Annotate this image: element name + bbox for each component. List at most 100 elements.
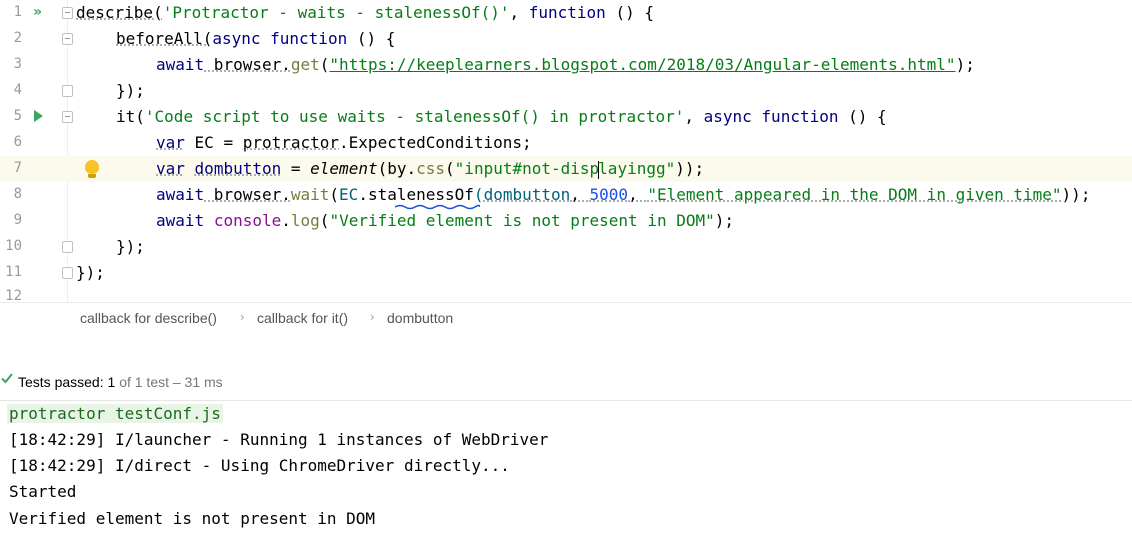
line-number: 10 [5, 238, 22, 254]
code-token: )); [1061, 185, 1091, 204]
code-token: .ExpectedConditions; [339, 133, 532, 152]
code-token: ( [445, 159, 455, 178]
line-number: 12 [5, 288, 22, 302]
code-token: )); [675, 159, 705, 178]
code-token: await [156, 211, 205, 230]
code-token: ( [319, 55, 330, 74]
line-number: 7 [13, 160, 22, 176]
console-line: [18:42:29] I/launcher - Running 1 instan… [9, 430, 549, 449]
code-token: async [212, 29, 261, 48]
code-token: = [281, 159, 311, 178]
breadcrumb-item-describe[interactable]: callback for describe() [80, 310, 217, 326]
code-token: dombutton [194, 159, 282, 178]
code-token: EC [339, 185, 359, 204]
code-token: ); [955, 55, 975, 74]
code-line-9[interactable]: 9 await console.log("Verified element is… [0, 208, 1132, 234]
code-line-10[interactable]: 10 }); [0, 234, 1132, 260]
fold-icon[interactable] [62, 33, 73, 45]
code-token: }); [76, 263, 105, 282]
code-editor[interactable]: 1 » describe('Protractor - waits - stale… [0, 0, 1132, 302]
code-token: , [509, 3, 529, 22]
code-line-11[interactable]: 11 }); [0, 260, 1132, 286]
check-icon [1, 373, 13, 384]
code-token: dombutton [483, 185, 571, 204]
fold-icon[interactable] [62, 7, 73, 19]
code-token: ); [714, 211, 735, 230]
code-token: console [213, 211, 282, 230]
tests-passed-count: 1 [107, 374, 116, 390]
line-number: 8 [13, 186, 22, 202]
code-token: EC = [184, 133, 243, 152]
code-token: var [156, 159, 185, 178]
line-number: 9 [13, 212, 22, 228]
code-token: protractor [242, 133, 340, 152]
console-line: Verified element is not present in DOM [9, 509, 376, 528]
tests-passed-detail: of 1 test – 31 ms [119, 374, 223, 390]
code-line-5[interactable]: 5 it('Code script to use waits - stalene… [0, 104, 1132, 130]
code-token: (by. [377, 159, 417, 178]
code-token: ( [473, 185, 484, 204]
test-status-text: Tests passed: 1 of 1 test – 31 ms [18, 374, 223, 390]
code-token: get [290, 55, 320, 74]
breadcrumb-item-it[interactable]: callback for it() [257, 310, 348, 326]
run-icon[interactable] [34, 110, 43, 122]
code-token: , [628, 185, 648, 204]
code-token: stalenessOf [367, 185, 474, 204]
code-token: , [570, 185, 590, 204]
code-token: layingg" [598, 159, 676, 178]
code-token: "input#not-disp [454, 159, 600, 178]
console-output[interactable]: protractor testConf.js [18:42:29] I/laun… [0, 401, 1132, 538]
line-number: 4 [13, 82, 22, 98]
fold-icon[interactable] [62, 111, 73, 123]
console-line: Started [9, 482, 77, 501]
line-number: 11 [5, 264, 22, 280]
intention-bulb-icon[interactable] [85, 160, 99, 178]
code-line-3[interactable]: 3 await browser.get("https://keeplearner… [0, 52, 1132, 78]
breadcrumb-separator: › [240, 310, 245, 324]
code-token: function [528, 3, 606, 22]
code-token: }); [116, 81, 145, 100]
code-token: var [156, 133, 185, 152]
line-number: 2 [13, 30, 22, 46]
fold-end-icon[interactable] [62, 267, 73, 279]
code-token: }); [116, 237, 145, 256]
code-token: await [156, 55, 205, 74]
url-link[interactable]: "https://keeplearners.blogspot.com/2018/… [329, 55, 955, 74]
code-token: wait [290, 185, 330, 204]
fold-end-icon[interactable] [62, 241, 73, 253]
code-token: 'Protractor - waits - stalenessOf()' [162, 3, 510, 22]
code-token: await [156, 185, 205, 204]
code-token: beforeAll( [116, 29, 213, 48]
fold-end-icon[interactable] [62, 85, 73, 97]
breadcrumb-separator: › [370, 310, 375, 324]
line-number: 1 [13, 4, 22, 20]
code-token: element [310, 159, 378, 178]
code-line-12[interactable]: 12 [0, 288, 1132, 302]
line-number: 5 [13, 108, 22, 124]
code-token: ( [319, 211, 330, 230]
tests-passed-label: Tests passed: [18, 374, 104, 390]
code-token: browser. [204, 185, 291, 204]
code-token: () { [838, 107, 887, 126]
code-token: 5000 [589, 185, 629, 204]
breadcrumb-item-dombutton[interactable]: dombutton [387, 310, 453, 326]
line-number: 3 [13, 56, 22, 72]
code-line-2[interactable]: 2 beforeAll(async function () { [0, 26, 1132, 52]
console-line: [18:42:29] I/direct - Using ChromeDriver… [9, 456, 510, 475]
code-token: describe( [76, 3, 163, 22]
code-token: . [281, 211, 291, 230]
code-token: function [761, 107, 839, 126]
code-line-1[interactable]: 1 » describe('Protractor - waits - stale… [0, 0, 1132, 26]
run-all-icon[interactable]: » [33, 4, 42, 20]
code-line-6[interactable]: 6 var EC = protractor.ExpectedConditions… [0, 130, 1132, 156]
code-line-8[interactable]: 8 await browser.wait(EC.stalenessOf(domb… [0, 182, 1132, 210]
code-token: "Element appeared in the DOM in given ti… [647, 185, 1062, 204]
code-line-7[interactable]: 7 var dombutton = element(by.css("input#… [0, 156, 1132, 182]
code-token: it( [116, 107, 145, 126]
breadcrumb: callback for describe() › callback for i… [0, 302, 1132, 331]
code-line-4[interactable]: 4 }); [0, 78, 1132, 104]
